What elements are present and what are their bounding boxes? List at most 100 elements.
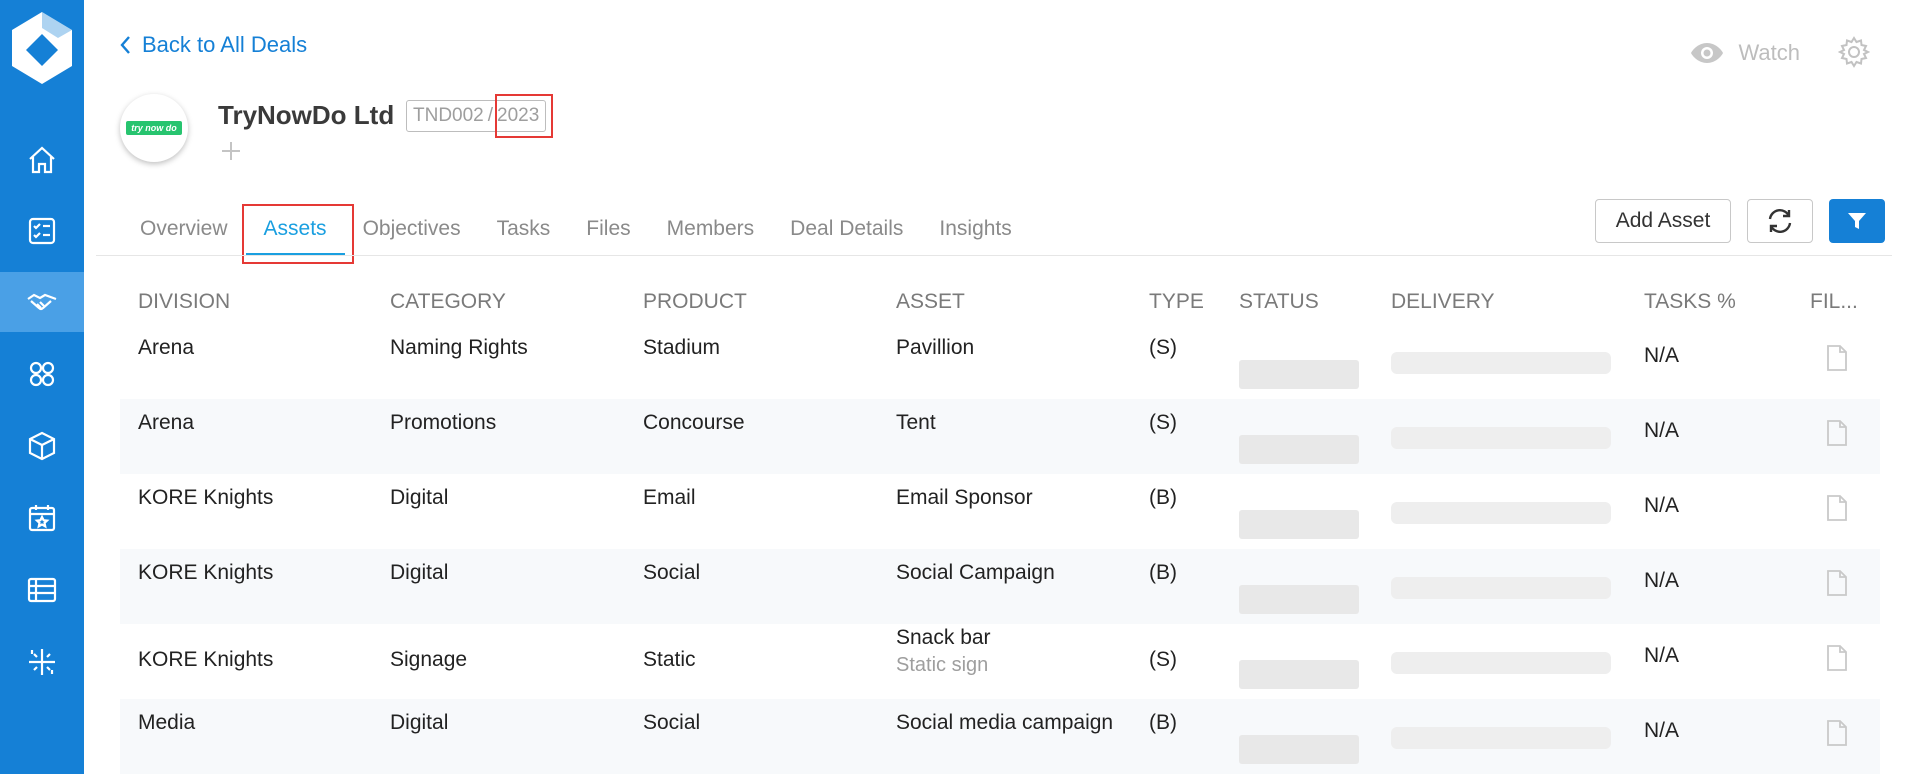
refresh-button[interactable] [1747,199,1813,243]
cell-division: Arena [138,336,195,359]
tab-objectives[interactable]: Objectives [345,205,479,255]
cell-category: Digital [390,561,449,584]
deal-code-separator: / [487,105,494,126]
cell-product: Static [643,648,696,671]
delivery-placeholder [1391,427,1611,449]
file-icon[interactable] [1826,344,1848,372]
file-icon[interactable] [1826,419,1848,447]
cell-division: KORE Knights [138,561,274,584]
deal-code: TND002 [413,105,484,126]
nav-events[interactable] [0,488,84,548]
tab-insights[interactable]: Insights [921,205,1029,255]
asset-name: Social Campaign [896,561,1055,584]
col-header-files[interactable]: FIL... [1810,290,1858,314]
cell-tasks-percent: N/A [1644,344,1680,367]
status-placeholder [1239,510,1359,539]
table-header: DIVISION CATEGORY PRODUCT ASSET TYPE STA… [120,280,1880,324]
nav-reports[interactable] [0,560,84,620]
col-header-tasks-percent[interactable]: TASKS % [1644,290,1736,314]
tabs-divider [96,255,1892,256]
col-header-product[interactable]: PRODUCT [643,290,747,314]
cell-product: Social [643,561,701,584]
table-row[interactable]: Arena Promotions Concourse Tent (S) N/A [120,399,1880,474]
back-link-label: Back to All Deals [142,32,308,57]
nav-insights[interactable] [0,632,84,692]
calendar-star-icon [28,505,56,532]
chevron-left-icon [120,36,130,54]
filter-icon [1848,213,1866,229]
file-icon[interactable] [1826,569,1848,597]
cell-category: Digital [390,711,449,734]
delivery-placeholder [1391,352,1611,374]
status-placeholder [1239,735,1359,764]
watch-button[interactable]: Watch [1690,40,1800,66]
asset-name: Tent [896,411,936,434]
cell-type: (B) [1149,561,1177,584]
cell-division: KORE Knights [138,486,274,509]
cell-asset: Email Sponsor [896,486,1033,510]
cell-asset: Snack bar Static sign [896,626,991,677]
handshake-icon [27,293,57,311]
status-placeholder [1239,585,1359,614]
cell-division: KORE Knights [138,648,274,671]
tab-members[interactable]: Members [649,205,773,255]
col-header-delivery[interactable]: DELIVERY [1391,290,1495,314]
table-row[interactable]: KORE Knights Digital Social Social Campaign… [120,549,1880,624]
box-icon [28,431,56,461]
tab-overview[interactable]: Overview [122,205,246,255]
cell-category: Promotions [390,411,497,434]
cell-category: Signage [390,648,468,671]
company-logo-text: try now do [126,121,182,135]
sparkles-icon [29,649,55,675]
table-row[interactable]: KORE Knights Digital Email Email Sponsor (B)… [120,474,1880,549]
nav-inventory[interactable] [0,416,84,476]
cell-product: Email [643,486,696,509]
col-header-status[interactable]: STATUS [1239,290,1319,314]
cell-tasks-percent: N/A [1644,569,1680,592]
nav-home[interactable] [0,130,84,190]
table-row[interactable]: Media Digital Social Social media campaign (… [120,699,1880,774]
col-header-type[interactable]: TYPE [1149,290,1204,314]
status-placeholder [1239,660,1359,689]
cell-asset: Pavillion [896,336,974,360]
people-icon [29,361,55,387]
tab-deal-details[interactable]: Deal Details [772,205,921,255]
filter-button[interactable] [1829,199,1885,243]
cell-division: Media [138,711,196,734]
nav-contacts[interactable] [0,344,84,404]
status-placeholder [1239,360,1359,389]
home-icon [29,146,55,174]
col-header-asset[interactable]: ASSET [896,290,965,314]
eye-icon [1691,43,1724,63]
cell-type: (B) [1149,711,1177,734]
cell-type: (S) [1149,336,1177,359]
cell-product: Stadium [643,336,721,359]
col-header-category[interactable]: CATEGORY [390,290,506,314]
plus-icon[interactable] [220,140,242,162]
asset-name: Snack bar [896,626,991,649]
file-icon[interactable] [1826,719,1848,747]
cell-type: (S) [1149,411,1177,434]
company-name: TryNowDo Ltd [218,100,395,130]
assets-table: DIVISION CATEGORY PRODUCT ASSET TYPE STA… [120,280,1880,774]
nav-deals[interactable] [0,272,84,332]
file-icon[interactable] [1826,494,1848,522]
cell-product: Social [643,711,701,734]
asset-name: Pavillion [896,336,975,359]
cell-category: Naming Rights [390,336,528,359]
checklist-icon [28,217,56,245]
gear-icon[interactable] [1838,36,1870,68]
company-logo: try now do [120,94,188,162]
tab-files[interactable]: Files [568,205,648,255]
app-logo-icon[interactable] [6,8,78,92]
cell-division: Arena [138,411,195,434]
add-asset-button[interactable]: Add Asset [1595,199,1731,243]
table-row[interactable]: KORE Knights Signage Static Snack bar Static… [120,624,1880,699]
back-to-deals-link[interactable]: Back to All Deals [118,32,307,58]
tab-tasks[interactable]: Tasks [479,205,569,255]
table-row[interactable]: Arena Naming Rights Stadium Pavillion (S) N/A [120,324,1880,399]
file-icon[interactable] [1826,644,1848,672]
delivery-placeholder [1391,577,1611,599]
col-header-division[interactable]: DIVISION [138,290,230,314]
nav-tasks[interactable] [0,201,84,261]
